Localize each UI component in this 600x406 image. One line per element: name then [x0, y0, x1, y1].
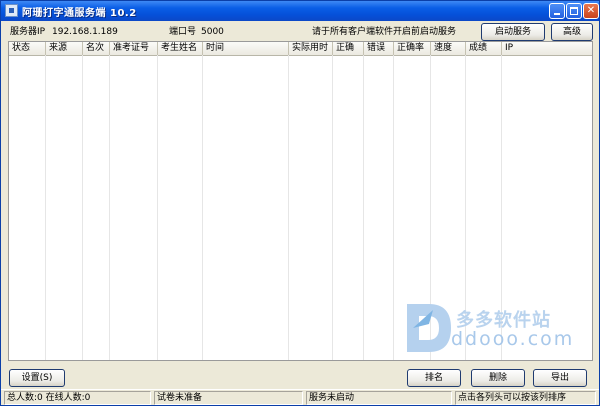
column-header-ip[interactable]: IP [502, 42, 592, 55]
server-ip-label: 服务器IP [10, 27, 46, 37]
start-service-button[interactable]: 启动服务 [481, 23, 545, 41]
column-header-ticket-number[interactable]: 准考证号 [110, 42, 158, 55]
column-divider [157, 55, 158, 360]
start-hint-text: 请于所有客户端软件开启前启动服务 [312, 27, 457, 37]
watermark-logo-icon [407, 304, 451, 352]
column-divider [332, 55, 333, 360]
column-header-errors[interactable]: 错误 [364, 42, 394, 55]
server-ip-value: 192.168.1.189 [52, 27, 118, 37]
maximize-button[interactable] [566, 3, 582, 19]
port-value: 5000 [201, 27, 224, 37]
column-header-time[interactable]: 时间 [203, 42, 289, 55]
port-label: 端口号 [169, 27, 197, 37]
close-button[interactable]: ✕ [583, 3, 599, 19]
column-divider [363, 55, 364, 360]
advanced-button[interactable]: 高级 [551, 23, 593, 41]
column-header-correct[interactable]: 正确 [333, 42, 364, 55]
column-header-status[interactable]: 状态 [9, 42, 46, 55]
column-header-speed[interactable]: 速度 [431, 42, 466, 55]
watermark-en-text: ddooo.com [451, 328, 575, 350]
status-user-counts: 总人数:0 在线人数:0 [4, 391, 151, 405]
window-title: 阿珊打字通服务端 10.2 [22, 8, 137, 19]
status-exam-state: 试卷未准备 [154, 391, 303, 405]
status-bar: 总人数:0 在线人数:0 试卷未准备 服务未启动 点击各列头可以按该列排序 [1, 389, 599, 405]
column-divider [45, 55, 46, 360]
export-button[interactable]: 导出 [533, 369, 587, 387]
status-service-state: 服务未启动 [306, 391, 452, 405]
column-header-source[interactable]: 来源 [46, 42, 83, 55]
column-header-accuracy[interactable]: 正确率 [394, 42, 431, 55]
column-divider [82, 55, 83, 360]
minimize-button[interactable] [549, 3, 565, 19]
column-header-actual-time[interactable]: 实际用时 [289, 42, 333, 55]
column-header-score[interactable]: 成绩 [466, 42, 502, 55]
column-divider [288, 55, 289, 360]
app-icon [5, 4, 18, 17]
column-header-rank[interactable]: 名次 [83, 42, 110, 55]
table-header: 状态 来源 名次 准考证号 考生姓名 时间 实际用时 正确 错误 正确率 速度 … [9, 42, 592, 56]
watermark: 多多软件站 ddooo.com [399, 298, 599, 358]
rank-button[interactable]: 排名 [407, 369, 461, 387]
settings-button[interactable]: 设置(S) [9, 369, 65, 387]
status-sort-hint: 点击各列头可以按该列排序 [455, 391, 596, 405]
column-divider [393, 55, 394, 360]
column-divider [109, 55, 110, 360]
title-bar[interactable]: 阿珊打字通服务端 10.2 ✕ [1, 1, 599, 21]
column-header-name[interactable]: 考生姓名 [158, 42, 203, 55]
column-divider [202, 55, 203, 360]
main-window: 阿珊打字通服务端 10.2 ✕ 服务器IP 192.168.1.189 端口号 … [0, 0, 600, 406]
delete-button[interactable]: 删除 [471, 369, 525, 387]
